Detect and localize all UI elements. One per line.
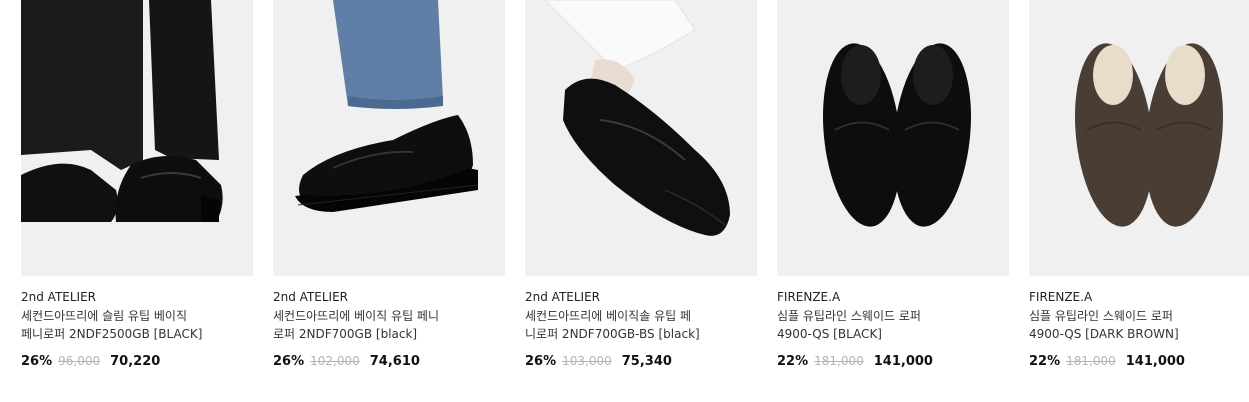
sale-price: 74,610 bbox=[369, 354, 420, 369]
product-name-line: 세컨드아뜨리에 슬림 유팁 베이직 bbox=[21, 309, 188, 323]
product-card[interactable]: 2nd ATELIER 세컨드아뜨리에 슬림 유팁 베이직 페니로퍼 2NDF2… bbox=[21, 0, 253, 369]
product-grid-row: 2nd ATELIER 세컨드아뜨리에 슬림 유팁 베이직 페니로퍼 2NDF2… bbox=[0, 0, 1249, 402]
product-image[interactable] bbox=[273, 0, 505, 276]
original-price: 181,000 bbox=[814, 354, 864, 368]
sale-price: 70,220 bbox=[110, 354, 161, 369]
product-name-line: 4900-QS [DARK BROWN] bbox=[1029, 327, 1179, 341]
product-name[interactable]: 세컨드아뜨리에 베이직솔 유팁 페 니로퍼 2NDF700GB-BS [blac… bbox=[525, 307, 757, 343]
discount-rate: 26% bbox=[273, 354, 305, 369]
product-image[interactable] bbox=[21, 0, 253, 276]
product-name[interactable]: 심플 유팁라인 스웨이드 로퍼 4900-QS [DARK BROWN] bbox=[1029, 307, 1249, 343]
product-card[interactable]: FIRENZE.A 심플 유팁라인 스웨이드 로퍼 4900-QS [DARK … bbox=[1029, 0, 1249, 369]
product-name[interactable]: 심플 유팁라인 스웨이드 로퍼 4900-QS [BLACK] bbox=[777, 307, 1009, 343]
product-name-line: 심플 유팁라인 스웨이드 로퍼 bbox=[1029, 309, 1173, 323]
product-brand[interactable]: 2nd ATELIER bbox=[273, 289, 505, 305]
product-card[interactable]: 2nd ATELIER 세컨드아뜨리에 베이직솔 유팁 페 니로퍼 2NDF70… bbox=[525, 0, 757, 369]
sale-price: 75,340 bbox=[621, 354, 672, 369]
product-brand[interactable]: FIRENZE.A bbox=[777, 289, 1009, 305]
product-price: 22% 181,000 141,000 bbox=[1029, 352, 1185, 371]
product-name-line: 세컨드아뜨리에 베이직 유팁 페니 bbox=[273, 309, 440, 323]
brown-suede-loafer-pair-image bbox=[1029, 0, 1249, 276]
discount-rate: 22% bbox=[1029, 354, 1061, 369]
product-name-line: 4900-QS [BLACK] bbox=[777, 327, 882, 341]
product-brand[interactable]: 2nd ATELIER bbox=[525, 289, 757, 305]
discount-rate: 26% bbox=[21, 354, 53, 369]
discount-rate: 22% bbox=[777, 354, 809, 369]
product-name-line: 로퍼 2NDF700GB [black] bbox=[273, 327, 418, 341]
sale-price: 141,000 bbox=[873, 354, 933, 369]
product-name[interactable]: 세컨드아뜨리에 베이직 유팁 페니 로퍼 2NDF700GB [black] bbox=[273, 307, 505, 343]
product-name-line: 세컨드아뜨리에 베이직솔 유팁 페 bbox=[525, 309, 692, 323]
product-card[interactable]: 2nd ATELIER 세컨드아뜨리에 베이직 유팁 페니 로퍼 2NDF700… bbox=[273, 0, 505, 369]
product-brand[interactable]: 2nd ATELIER bbox=[21, 289, 253, 305]
product-price: 26% 102,000 74,610 bbox=[273, 352, 420, 371]
original-price: 181,000 bbox=[1066, 354, 1116, 368]
product-name-line: 심플 유팁라인 스웨이드 로퍼 bbox=[777, 309, 921, 323]
original-price: 102,000 bbox=[310, 354, 360, 368]
product-price: 26% 96,000 70,220 bbox=[21, 352, 160, 371]
black-loafer-trousers-image bbox=[21, 0, 253, 276]
sale-price: 141,000 bbox=[1125, 354, 1185, 369]
product-name-line: 페니로퍼 2NDF2500GB [BLACK] bbox=[21, 327, 203, 341]
discount-rate: 26% bbox=[525, 354, 557, 369]
product-image[interactable] bbox=[777, 0, 1009, 276]
product-image[interactable] bbox=[1029, 0, 1249, 276]
product-name[interactable]: 세컨드아뜨리에 슬림 유팁 베이직 페니로퍼 2NDF2500GB [BLACK… bbox=[21, 307, 253, 343]
black-loafer-white-trousers-image bbox=[525, 0, 757, 276]
black-lug-loafer-jeans-image bbox=[273, 0, 505, 276]
product-name-line: 니로퍼 2NDF700GB-BS [black] bbox=[525, 327, 700, 341]
product-card[interactable]: FIRENZE.A 심플 유팁라인 스웨이드 로퍼 4900-QS [BLACK… bbox=[777, 0, 1009, 369]
black-suede-loafer-pair-image bbox=[777, 0, 1009, 276]
original-price: 103,000 bbox=[562, 354, 612, 368]
original-price: 96,000 bbox=[58, 354, 101, 368]
product-brand[interactable]: FIRENZE.A bbox=[1029, 289, 1249, 305]
product-image[interactable] bbox=[525, 0, 757, 276]
product-price: 22% 181,000 141,000 bbox=[777, 352, 933, 371]
product-price: 26% 103,000 75,340 bbox=[525, 352, 672, 371]
